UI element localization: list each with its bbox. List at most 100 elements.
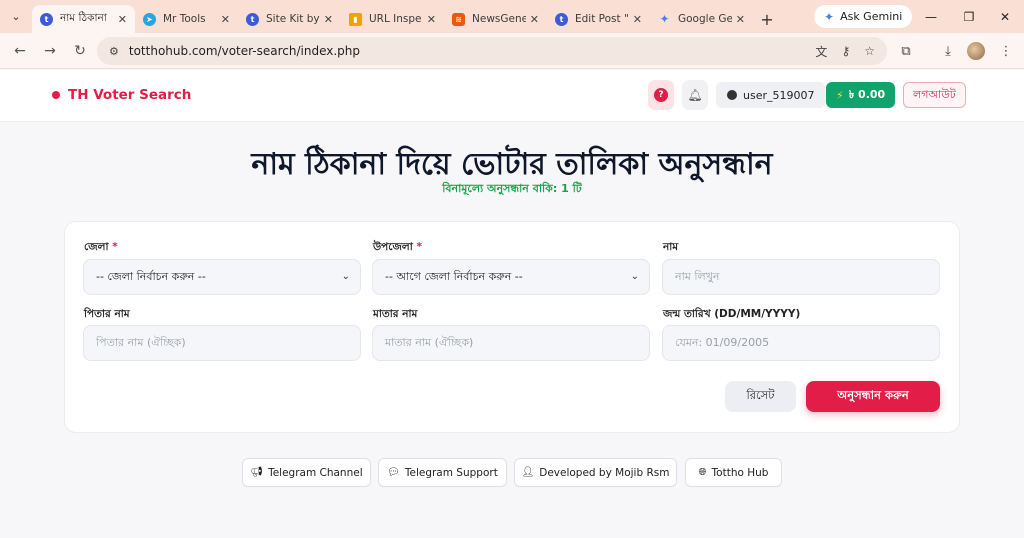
profile-button[interactable] (962, 33, 990, 69)
reset-button[interactable]: রিসেট (725, 381, 796, 412)
developer-link[interactable]: 👤︎ Developed by Mojib Rsm (514, 458, 677, 487)
free-search-remaining: বিনামূল্যে অনুসন্ধান বাকি: 1 টি (442, 182, 582, 195)
minimize-button[interactable]: — (912, 0, 950, 33)
browser-toolbar: ← → ↻ ⚙ totthohub.com/voter-search/index… (0, 33, 1024, 69)
forward-button[interactable]: → (35, 36, 65, 66)
newsgen-icon: ≋ (452, 12, 465, 26)
arrow-right-icon: → (44, 42, 56, 59)
browser-menu-button[interactable]: ⋮ (992, 33, 1020, 69)
browser-tab-strip: ⌄ t নাম ঠিকানা ✕ ➤ Mr Tools ✕ t Site Kit… (0, 0, 1024, 33)
link-label: Telegram Channel (268, 466, 363, 479)
name-input[interactable]: নাম লিখুন (662, 259, 940, 295)
username: user_519007 (743, 88, 815, 102)
ask-gemini-label: Ask Gemini (840, 10, 903, 23)
tab-title: URL Inspe (369, 13, 422, 25)
url-text: totthohub.com/voter-search/index.php (128, 44, 361, 58)
minimize-icon: — (925, 9, 937, 24)
restore-button[interactable]: ❐ (950, 0, 988, 33)
tab-title: Mr Tools (163, 13, 206, 25)
close-tab-icon[interactable]: ✕ (736, 13, 745, 26)
close-window-button[interactable]: ✕ (986, 0, 1024, 33)
district-label: জেলা * (84, 241, 118, 253)
upazila-label: উপজেলা * (373, 241, 422, 253)
chat-icon: 💬︎ (387, 467, 400, 478)
telegram-channel-link[interactable]: 📢︎ Telegram Channel (242, 458, 371, 487)
translate-icon[interactable]: 文 (815, 43, 827, 60)
balance-amount: ৳ 0.00 (848, 87, 886, 101)
new-tab-button[interactable]: + (753, 5, 781, 33)
extensions-button[interactable]: ⧉ (892, 33, 920, 69)
back-button[interactable]: ← (5, 36, 35, 66)
tab-title: NewsGene (472, 13, 526, 25)
tab-title: Google Ge (678, 13, 732, 25)
dob-input[interactable]: যেমন: 01/09/2005 (662, 325, 940, 361)
link-label: Tottho Hub (711, 466, 769, 479)
brand-logo[interactable]: TH Voter Search (52, 87, 191, 103)
password-key-icon[interactable]: ⚷ (841, 44, 850, 58)
restore-icon: ❐ (963, 9, 975, 24)
tab-title: Edit Post " (575, 13, 629, 25)
more-vertical-icon: ⋮ (999, 43, 1013, 59)
dob-placeholder: যেমন: 01/09/2005 (675, 335, 770, 349)
upazila-select[interactable]: -- আগে জেলা নির্বাচন করুন -- ⌄ (372, 259, 650, 295)
brand-name: TH Voter Search (68, 87, 192, 103)
tottho-icon: t (246, 12, 259, 26)
dob-label: জন্ম তারিখ (DD/MM/YYYY) (663, 308, 801, 320)
arrow-left-icon: ← (14, 42, 26, 59)
chevron-down-icon: ⌄ (341, 271, 350, 282)
brand-dot-icon (52, 91, 60, 99)
logout-label: লগআউট (913, 87, 956, 101)
district-select[interactable]: -- জেলা নির্বাচন করুন -- ⌄ (83, 259, 361, 295)
father-name-input[interactable]: পিতার নাম (ঐচ্ছিক) (83, 325, 361, 361)
tab-voter-search[interactable]: t নাম ঠিকানা ✕ (32, 5, 135, 33)
father-name-placeholder: পিতার নাম (ঐচ্ছিক) (96, 335, 186, 349)
site-header: TH Voter Search ? 🔔︎ user_519007 ⚡︎ ৳ 0.… (0, 70, 1024, 122)
telegram-support-link[interactable]: 💬︎ Telegram Support (378, 458, 507, 487)
chevron-down-icon: ⌄ (11, 10, 21, 23)
tab-google-gemini[interactable]: ✦ Google Ge ✕ (650, 5, 753, 33)
father-name-label: পিতার নাম (84, 308, 130, 320)
tab-site-kit[interactable]: t Site Kit by ✕ (238, 5, 341, 33)
help-button[interactable]: ? (648, 80, 674, 110)
close-tab-icon[interactable]: ✕ (427, 13, 436, 26)
chevron-down-icon: ⌄ (630, 271, 639, 282)
address-bar[interactable]: ⚙ totthohub.com/voter-search/index.php 文… (97, 37, 887, 65)
close-icon: ✕ (999, 9, 1011, 24)
close-tab-icon[interactable]: ✕ (324, 13, 333, 26)
name-placeholder: নাম লিখুন (675, 269, 720, 283)
balance-badge[interactable]: ⚡︎ ৳ 0.00 (826, 82, 896, 108)
name-label: নাম (663, 241, 679, 253)
logout-button[interactable]: লগআউট (903, 82, 966, 108)
ask-gemini-button[interactable]: ✦ Ask Gemini (814, 5, 913, 28)
reload-icon: ↻ (74, 42, 86, 59)
close-tab-icon[interactable]: ✕ (633, 13, 642, 26)
tab-edit-post[interactable]: t Edit Post " ✕ (547, 5, 650, 33)
tab-title: নাম ঠিকানা (60, 11, 107, 24)
avatar (967, 42, 985, 60)
close-tab-icon[interactable]: ✕ (118, 13, 127, 26)
tab-mr-tools[interactable]: ➤ Mr Tools ✕ (135, 5, 238, 33)
tab-search-button[interactable]: ⌄ (0, 0, 32, 33)
reload-button[interactable]: ↻ (65, 36, 95, 66)
search-button[interactable]: অনুসন্ধান করুন (806, 381, 940, 412)
notifications-button[interactable]: 🔔︎ (682, 80, 708, 110)
link-label: Telegram Support (404, 466, 498, 479)
telegram-icon: ➤ (143, 12, 156, 26)
close-tab-icon[interactable]: ✕ (221, 13, 230, 26)
close-tab-icon[interactable]: ✕ (530, 13, 539, 26)
download-icon: ⤓ (945, 43, 951, 59)
user-menu[interactable]: user_519007 (716, 82, 826, 108)
tottho-icon: t (40, 12, 53, 26)
bookmark-star-icon[interactable]: ☆ (864, 44, 875, 58)
mother-name-input[interactable]: মাতার নাম (ঐচ্ছিক) (372, 325, 650, 361)
tab-newsgenerator[interactable]: ≋ NewsGene ✕ (444, 5, 547, 33)
site-info-icon[interactable]: ⚙ (109, 45, 119, 58)
downloads-button[interactable]: ⤓ (934, 33, 962, 69)
megaphone-icon: 📢︎ (250, 467, 264, 478)
gemini-icon: ✦ (824, 9, 835, 24)
mother-name-placeholder: মাতার নাম (ঐচ্ছিক) (385, 335, 474, 349)
tab-url-inspection[interactable]: ▮ URL Inspe ✕ (341, 5, 444, 33)
gemini-icon: ✦ (659, 12, 670, 26)
tottho-hub-link[interactable]: 🌐︎ Tottho Hub (685, 458, 782, 487)
bell-icon: 🔔︎ (687, 88, 703, 102)
